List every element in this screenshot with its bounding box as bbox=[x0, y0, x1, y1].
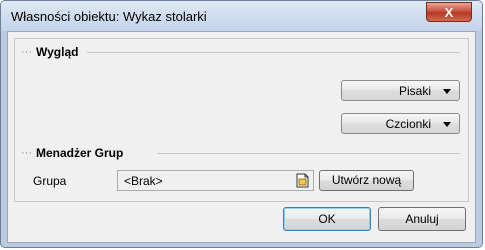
pens-label: Pisaki bbox=[398, 84, 431, 98]
properties-panel: ··· Wygląd Pisaki Czcionki ··· Menadżer … bbox=[14, 38, 469, 202]
cancel-button[interactable]: Anuluj bbox=[378, 207, 466, 231]
group-label: Grupa bbox=[33, 174, 67, 188]
section-dots-icon: ··· bbox=[21, 46, 32, 58]
chevron-down-icon bbox=[443, 122, 451, 127]
close-button[interactable]: X bbox=[426, 2, 472, 22]
create-new-group-button[interactable]: Utwórz nową bbox=[319, 170, 414, 191]
fonts-dropdown-button[interactable]: Czcionki bbox=[341, 113, 460, 134]
fonts-label: Czcionki bbox=[385, 117, 431, 131]
ok-button[interactable]: OK bbox=[283, 207, 371, 231]
title-bar[interactable]: Własności obiektu: Wykaz stolarki X bbox=[1, 1, 482, 31]
group-manager-section-label: Menadżer Grup bbox=[36, 146, 124, 160]
close-icon: X bbox=[444, 5, 454, 20]
dialog-content: ··· Wygląd Pisaki Czcionki ··· Menadżer … bbox=[7, 31, 476, 243]
appearance-divider bbox=[87, 52, 460, 53]
group-manager-divider bbox=[157, 153, 460, 154]
appearance-section-label: Wygląd bbox=[36, 45, 79, 59]
group-manager-section-header: ··· Menadżer Grup bbox=[21, 146, 123, 160]
appearance-section-header: ··· Wygląd bbox=[21, 45, 78, 59]
group-field[interactable]: <Brak> bbox=[117, 170, 314, 191]
document-picker-icon[interactable] bbox=[296, 173, 310, 188]
pens-dropdown-button[interactable]: Pisaki bbox=[341, 80, 460, 101]
section-dots-icon: ··· bbox=[21, 147, 32, 159]
dialog-window: Własności obiektu: Wykaz stolarki X ··· … bbox=[0, 0, 483, 248]
chevron-down-icon bbox=[443, 89, 451, 94]
window-title: Własności obiektu: Wykaz stolarki bbox=[11, 9, 207, 24]
group-value: <Brak> bbox=[124, 174, 163, 188]
